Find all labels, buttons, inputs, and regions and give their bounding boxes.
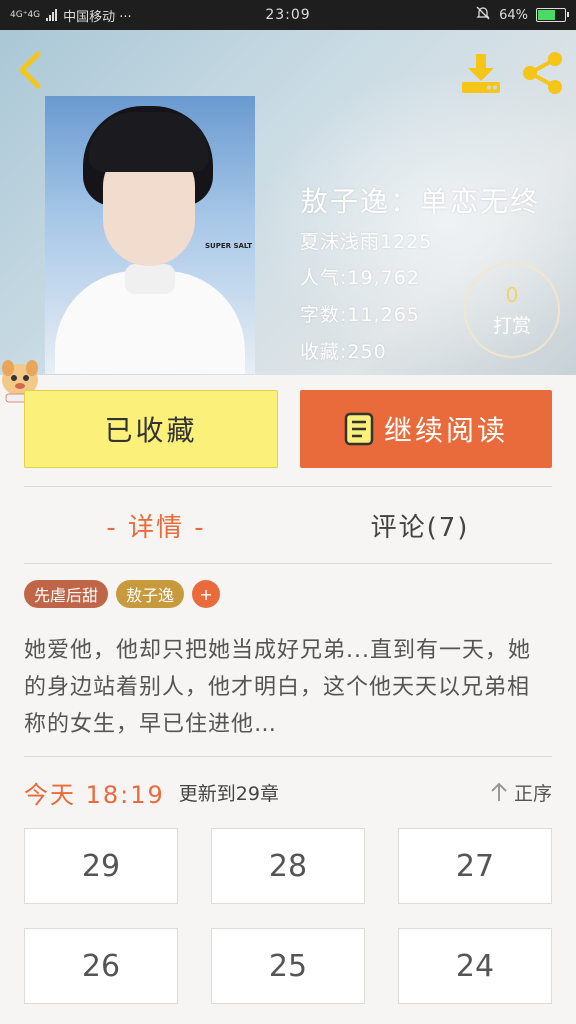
tab-details[interactable]: - 详情 -	[24, 487, 288, 563]
tag-list: 先虐后甜 敖子逸 +	[24, 580, 221, 608]
chapter-button[interactable]: 27	[398, 828, 552, 904]
share-button[interactable]	[518, 48, 568, 98]
book-favorites: 收藏:250	[300, 341, 387, 363]
book-cover: SUPER SALT	[45, 96, 255, 374]
book-author[interactable]: 夏沫浅雨1225	[300, 227, 432, 254]
battery-icon	[536, 8, 569, 22]
update-status: 更新到29章	[178, 782, 279, 805]
tab-comments[interactable]: 评论(7)	[288, 487, 552, 563]
book-popularity: 人气:19,762	[300, 267, 420, 289]
share-icon	[523, 52, 562, 94]
book-title: 敖子逸：单恋无终	[300, 185, 541, 218]
cover-watermark: SUPER SALT	[205, 242, 253, 250]
status-bar: 4G⁺4G 中国移动 ··· 23:09 64%	[0, 0, 576, 30]
book-header: SUPER SALT 敖子逸：单恋无终 夏沫浅雨1225 人气:19,762 字…	[0, 30, 576, 375]
sort-order-label: 正序	[513, 782, 552, 805]
tip-count: 0	[505, 282, 519, 307]
chapter-button[interactable]: 25	[211, 928, 365, 1004]
chapter-button[interactable]: 24	[398, 928, 552, 1004]
favorited-button[interactable]: 已收藏	[24, 390, 278, 468]
download-icon	[462, 54, 500, 93]
mute-icon	[475, 5, 491, 25]
divider	[24, 756, 552, 757]
sort-order-button[interactable]: 正序	[490, 779, 552, 806]
network-type: 4G⁺4G	[10, 9, 41, 20]
book-synopsis[interactable]: 她爱他，他却只把她当成好兄弟...直到有一天，她的身边站着别人，他才明白，这个他…	[24, 632, 552, 743]
tab-bar: - 详情 - 评论(7)	[24, 487, 552, 563]
carrier-name: 中国移动 ···	[63, 9, 132, 25]
download-button[interactable]	[456, 48, 506, 98]
tag-chip[interactable]: 先虐后甜	[24, 580, 109, 608]
add-tag-button[interactable]: +	[192, 580, 221, 608]
signal-icon	[46, 9, 58, 21]
continue-reading-label: 继续阅读	[383, 414, 508, 447]
book-icon	[344, 412, 374, 446]
chevron-left-icon	[19, 51, 41, 89]
update-time: 今天 18:19	[24, 780, 165, 809]
tip-button[interactable]: 0 打赏	[464, 262, 560, 358]
back-button[interactable]	[12, 50, 48, 90]
update-info: 今天 18:19 更新到29章 正序	[24, 774, 552, 810]
arrow-up-icon	[491, 782, 507, 801]
book-word-count: 字数:11,265	[300, 304, 420, 326]
tag-chip[interactable]: 敖子逸	[116, 580, 185, 608]
chapter-button[interactable]: 28	[211, 828, 365, 904]
tip-label: 打赏	[492, 314, 531, 337]
divider	[24, 563, 552, 564]
battery-percent: 64%	[499, 7, 528, 23]
chapter-button[interactable]: 29	[24, 828, 178, 904]
continue-reading-button[interactable]: 继续阅读	[300, 390, 552, 468]
chapter-button[interactable]: 26	[24, 928, 178, 1004]
